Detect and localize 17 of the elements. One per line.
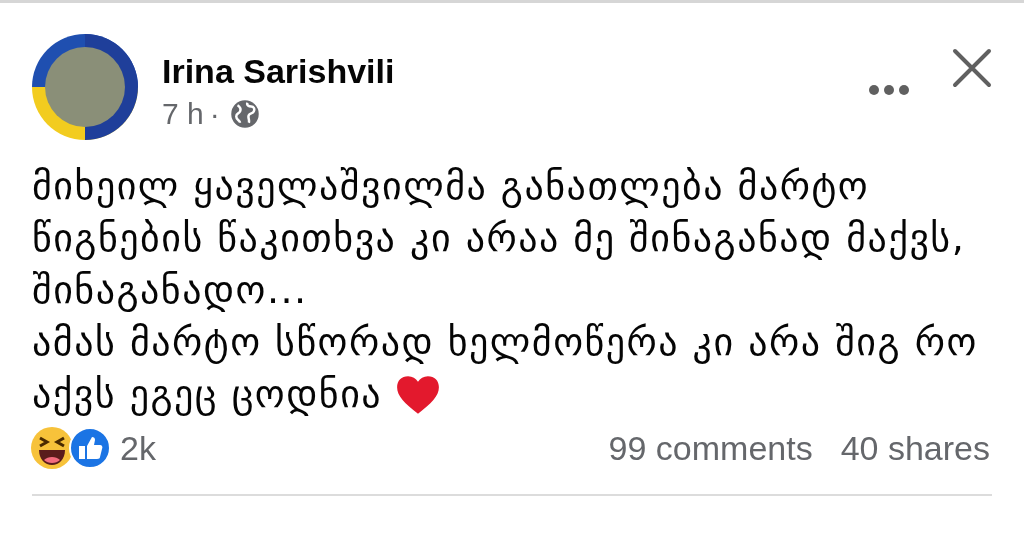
post-text: წიგნების წაკითხვა კი არაა მე შინაგანად მაქვს, (32, 216, 966, 260)
post-text: ამას მარტო სწორად ხელმოწერა კი არა შიგ რო (32, 320, 978, 364)
more-options-icon[interactable] (868, 84, 910, 96)
thumbs-up-icon[interactable] (68, 426, 112, 470)
close-icon[interactable] (952, 48, 992, 88)
shares-count[interactable]: 40 shares (840, 428, 990, 468)
comments-count[interactable]: 99 comments (608, 428, 813, 468)
reaction-count[interactable]: 2k (120, 428, 156, 468)
laughing-emoji-icon[interactable] (30, 426, 74, 470)
globe-icon[interactable] (229, 99, 260, 129)
author-name[interactable]: Irina Sarishvili (162, 51, 395, 91)
avatar[interactable] (32, 34, 138, 140)
post-text: აქვს ეგეც ცოდნია (32, 372, 383, 416)
post-text: მიხეილ ყაველაშვილმა განათლება მარტო (32, 164, 870, 208)
post-time[interactable]: 7 h (162, 97, 204, 131)
post-text: შინაგანადო... (32, 268, 308, 312)
separator-dot: · (209, 97, 220, 131)
